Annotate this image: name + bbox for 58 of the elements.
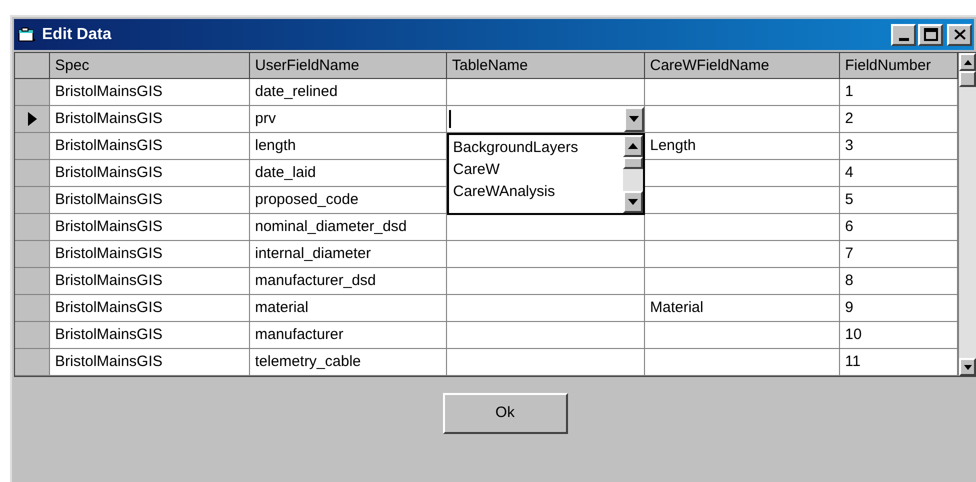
spec-cell: BristolMainsGIS [50, 322, 250, 349]
dropdown-option[interactable]: CareW [453, 159, 500, 181]
table-name-combo[interactable] [447, 106, 644, 132]
spec-cell: BristolMainsGIS [50, 241, 250, 268]
minimize-button[interactable] [891, 24, 916, 46]
minimize-icon [898, 38, 908, 40]
scroll-down-button[interactable] [959, 358, 976, 376]
up-arrow-icon [964, 60, 972, 64]
scroll-up-button[interactable] [959, 53, 976, 71]
down-arrow-icon [964, 364, 972, 370]
window-title: Edit Data [42, 24, 112, 44]
spec-cell: BristolMainsGIS [50, 268, 250, 295]
spec-cell: BristolMainsGIS [50, 214, 250, 241]
text-cursor-icon [449, 110, 451, 128]
current-row-icon [28, 112, 36, 126]
spec-cell: BristolMainsGIS [50, 187, 250, 214]
field-name-cell: manufacturer_dsd [250, 268, 447, 295]
vertical-scrollbar[interactable] [958, 53, 976, 376]
field-name-cell: date_relined [250, 79, 447, 106]
field-name-cell: telemetry_cable [250, 349, 447, 376]
close-button[interactable] [947, 24, 972, 46]
column-header[interactable]: FieldNumber [840, 53, 958, 79]
column-header[interactable]: TableName [447, 53, 645, 79]
column-header[interactable]: UserFieldName [250, 53, 447, 79]
field-name-cell: material [250, 295, 447, 322]
spec-cell: BristolMainsGIS [50, 106, 250, 133]
field-name-cell: length [250, 133, 447, 160]
dropdown-option[interactable]: CareWAnalysis [453, 181, 555, 203]
scroll-down-button[interactable] [623, 191, 643, 213]
field-name-cell: manufacturer [250, 322, 447, 349]
field-name-cell: internal_diameter [250, 241, 447, 268]
dropdown-option[interactable]: BackgroundLayers [453, 137, 578, 159]
scroll-thumb[interactable] [623, 157, 643, 169]
maximize-icon [924, 28, 938, 41]
scroll-up-button[interactable] [623, 135, 643, 157]
down-arrow-icon [629, 116, 639, 122]
spec-cell: BristolMainsGIS [50, 349, 250, 376]
spec-cell: BristolMainsGIS [50, 79, 250, 106]
spec-cell: BristolMainsGIS [50, 295, 250, 322]
down-arrow-icon [628, 199, 638, 205]
ok-button[interactable]: Ok [442, 393, 568, 434]
spec-cell: BristolMainsGIS [50, 133, 250, 160]
list-scrollbar[interactable] [623, 135, 643, 213]
field-name-cell: date_laid [250, 160, 447, 187]
maximize-button[interactable] [918, 24, 943, 46]
spec-cell: BristolMainsGIS [50, 160, 250, 187]
close-icon [954, 29, 966, 40]
scroll-thumb[interactable] [959, 71, 976, 87]
column-header[interactable]: CareWFieldName [645, 53, 840, 79]
field-name-cell: nominal_diameter_dsd [250, 214, 447, 241]
up-arrow-icon [628, 143, 638, 149]
carew-field-cell: Length [645, 133, 840, 160]
window-app-icon [18, 26, 36, 42]
row-selector[interactable] [15, 106, 50, 133]
field-name-cell: proposed_code [250, 187, 447, 214]
carew-field-cell: Material [645, 295, 840, 322]
dropdown-button[interactable] [624, 106, 644, 132]
column-header[interactable]: Spec [50, 53, 250, 79]
